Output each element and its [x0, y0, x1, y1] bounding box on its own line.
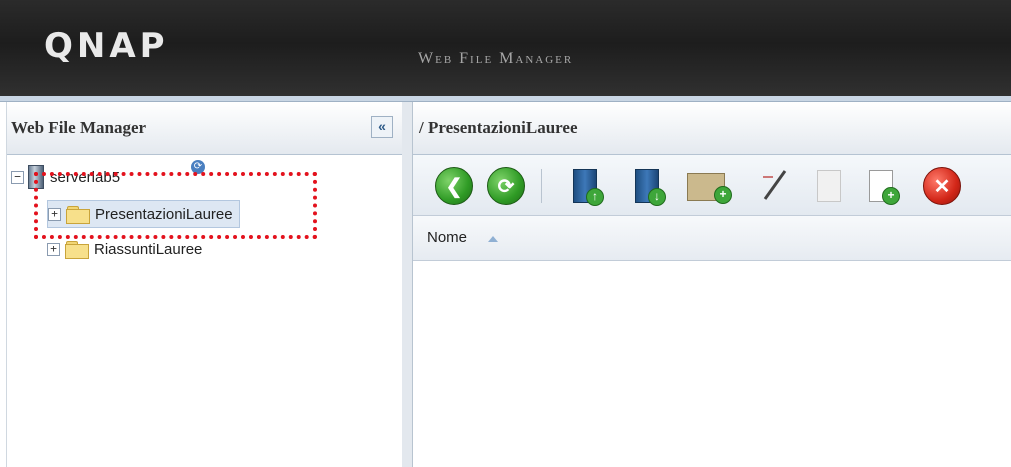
- upload-arrow-icon: ↑: [586, 188, 604, 206]
- new-folder-icon[interactable]: +: [687, 173, 732, 204]
- tree-node-riassuntilauree[interactable]: + RiassuntiLauree: [47, 236, 202, 262]
- rename-icon[interactable]: [757, 167, 793, 203]
- file-grid-header: Nome: [413, 216, 1011, 261]
- paste-icon[interactable]: +: [869, 170, 900, 205]
- folder-icon: [64, 240, 90, 259]
- sort-ascending-icon: [488, 236, 498, 242]
- current-path: / PresentazioniLauree: [419, 118, 578, 137]
- tree-node-root[interactable]: − serverlab5 ⟳: [11, 160, 205, 190]
- expand-toggle-icon[interactable]: +: [48, 207, 61, 221]
- tree-root-label[interactable]: serverlab5: [50, 169, 120, 186]
- plus-icon: +: [714, 186, 732, 204]
- tree-folder-label[interactable]: RiassuntiLauree: [94, 241, 202, 258]
- collapse-toggle-icon[interactable]: −: [11, 170, 24, 184]
- file-toolbar: ❮ ⟳ ↑ ↓ + + ✕: [413, 155, 1011, 216]
- copy-icon[interactable]: [817, 170, 841, 202]
- server-icon: [28, 165, 44, 189]
- toolbar-separator: [541, 169, 542, 203]
- upload-icon[interactable]: ↑: [573, 169, 604, 206]
- qnap-logo: QNAP: [44, 26, 169, 66]
- tree-panel-header: Web File Manager «: [7, 102, 402, 155]
- tree-node-presentazionilauree[interactable]: + PresentazioniLauree: [47, 200, 240, 228]
- tree-folder-label[interactable]: PresentazioniLauree: [95, 206, 233, 223]
- folder-tree-panel: Web File Manager « − serverlab5 ⟳ + Pres…: [6, 102, 403, 467]
- panel-splitter[interactable]: [402, 102, 413, 467]
- tree-panel-title: Web File Manager: [11, 118, 147, 137]
- file-list-panel: / PresentazioniLauree ❮ ⟳ ↑ ↓ + + ✕ Nome: [413, 102, 1011, 467]
- app-title: Web File Manager: [418, 50, 574, 67]
- refresh-mini-icon[interactable]: ⟳: [191, 160, 205, 174]
- refresh-icon[interactable]: ⟳: [487, 167, 525, 205]
- app-header: QNAP Web File Manager: [0, 0, 1011, 96]
- plus-icon: +: [882, 187, 900, 205]
- collapse-panel-button[interactable]: «: [371, 116, 393, 138]
- expand-toggle-icon[interactable]: +: [47, 242, 60, 256]
- path-bar: / PresentazioniLauree: [413, 102, 1011, 155]
- folder-icon: [65, 205, 91, 224]
- back-icon[interactable]: ❮: [435, 167, 473, 205]
- download-icon[interactable]: ↓: [635, 169, 666, 206]
- delete-icon[interactable]: ✕: [923, 167, 961, 205]
- download-arrow-icon: ↓: [648, 188, 666, 206]
- column-header-nome[interactable]: Nome: [427, 229, 467, 246]
